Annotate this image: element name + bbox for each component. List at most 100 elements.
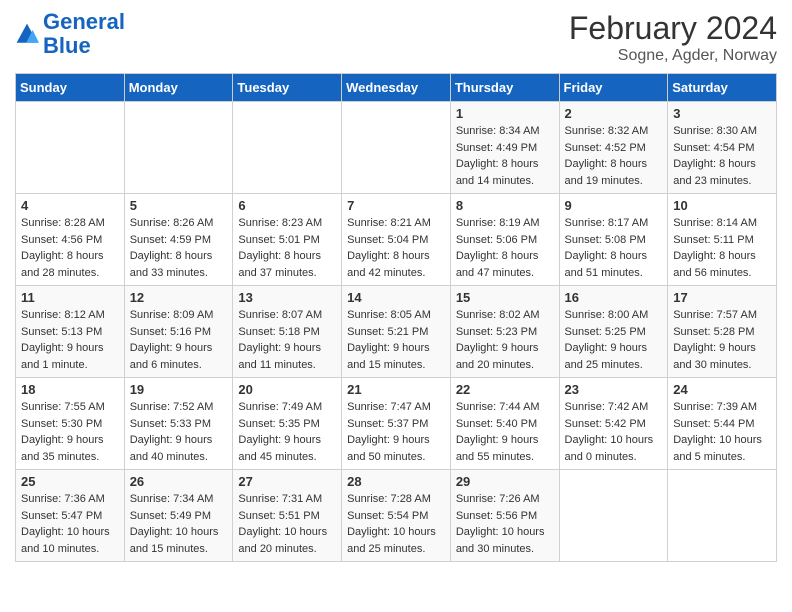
day-number: 12 [130, 290, 228, 305]
day-number: 7 [347, 198, 445, 213]
calendar-week-row: 1 Sunrise: 8:34 AMSunset: 4:49 PMDaylight… [16, 102, 777, 194]
day-detail: Sunrise: 8:12 AMSunset: 5:13 PMDaylight:… [21, 307, 119, 373]
calendar-title: February 2024 [569, 10, 777, 47]
day-number: 11 [21, 290, 119, 305]
day-detail: Sunrise: 7:26 AMSunset: 5:56 PMDaylight:… [456, 491, 554, 557]
day-number: 23 [565, 382, 663, 397]
calendar-cell [233, 102, 342, 194]
calendar-cell: 12 Sunrise: 8:09 AMSunset: 5:16 PMDayligh… [124, 286, 233, 378]
calendar-cell [16, 102, 125, 194]
day-number: 21 [347, 382, 445, 397]
day-detail: Sunrise: 8:00 AMSunset: 5:25 PMDaylight:… [565, 307, 663, 373]
logo-blue: Blue [43, 33, 91, 58]
day-detail: Sunrise: 7:42 AMSunset: 5:42 PMDaylight:… [565, 399, 663, 465]
weekday-header-row: SundayMondayTuesdayWednesdayThursdayFrid… [16, 74, 777, 102]
day-detail: Sunrise: 7:52 AMSunset: 5:33 PMDaylight:… [130, 399, 228, 465]
calendar-cell: 5Sunrise: 8:26 AMSunset: 4:59 PMDaylight… [124, 194, 233, 286]
day-number: 27 [238, 474, 336, 489]
calendar-cell: 24 Sunrise: 7:39 AMSunset: 5:44 PMDayligh… [668, 378, 777, 470]
day-detail: Sunrise: 7:31 AMSunset: 5:51 PMDaylight:… [238, 491, 336, 557]
day-number: 24 [673, 382, 771, 397]
day-number: 8 [456, 198, 554, 213]
day-number: 15 [456, 290, 554, 305]
calendar-cell: 11 Sunrise: 8:12 AMSunset: 5:13 PMDayligh… [16, 286, 125, 378]
calendar-cell: 10Sunrise: 8:14 AMSunset: 5:11 PMDayligh… [668, 194, 777, 286]
day-detail: Sunrise: 7:28 AMSunset: 5:54 PMDaylight:… [347, 491, 445, 557]
calendar-cell: 20 Sunrise: 7:49 AMSunset: 5:35 PMDayligh… [233, 378, 342, 470]
calendar-cell: 22 Sunrise: 7:44 AMSunset: 5:40 PMDayligh… [450, 378, 559, 470]
day-detail: Sunrise: 8:02 AMSunset: 5:23 PMDaylight:… [456, 307, 554, 373]
calendar-week-row: 4 Sunrise: 8:28 AMSunset: 4:56 PMDaylight… [16, 194, 777, 286]
day-number: 22 [456, 382, 554, 397]
day-number: 29 [456, 474, 554, 489]
calendar-cell: 15 Sunrise: 8:02 AMSunset: 5:23 PMDayligh… [450, 286, 559, 378]
day-detail: Sunrise: 7:49 AMSunset: 5:35 PMDaylight:… [238, 399, 336, 465]
calendar-cell: 16 Sunrise: 8:00 AMSunset: 5:25 PMDayligh… [559, 286, 668, 378]
calendar-week-row: 11 Sunrise: 8:12 AMSunset: 5:13 PMDayligh… [16, 286, 777, 378]
day-detail: Sunrise: 8:28 AMSunset: 4:56 PMDaylight:… [21, 215, 119, 281]
day-number: 28 [347, 474, 445, 489]
calendar-cell: 7 Sunrise: 8:21 AMSunset: 5:04 PMDaylight… [342, 194, 451, 286]
calendar-subtitle: Sogne, Agder, Norway [569, 47, 777, 65]
day-detail: Sunrise: 8:23 AMSunset: 5:01 PMDaylight:… [238, 215, 336, 281]
day-number: 14 [347, 290, 445, 305]
day-number: 18 [21, 382, 119, 397]
calendar-cell [124, 102, 233, 194]
day-detail: Sunrise: 8:07 AMSunset: 5:18 PMDaylight:… [238, 307, 336, 373]
calendar-cell [559, 470, 668, 562]
day-detail: Sunrise: 8:34 AMSunset: 4:49 PMDaylight:… [456, 123, 554, 189]
day-detail: Sunrise: 7:39 AMSunset: 5:44 PMDaylight:… [673, 399, 771, 465]
day-number: 19 [130, 382, 228, 397]
day-detail: Sunrise: 8:30 AMSunset: 4:54 PMDaylight:… [673, 123, 771, 189]
weekday-header: Monday [124, 74, 233, 102]
day-number: 20 [238, 382, 336, 397]
day-detail: Sunrise: 8:09 AMSunset: 5:16 PMDaylight:… [130, 307, 228, 373]
day-detail: Sunrise: 8:26 AMSunset: 4:59 PMDaylight:… [130, 215, 228, 281]
day-detail: Sunrise: 8:21 AMSunset: 5:04 PMDaylight:… [347, 215, 445, 281]
weekday-header: Sunday [16, 74, 125, 102]
logo-general: General [43, 9, 125, 34]
calendar-cell: 28 Sunrise: 7:28 AMSunset: 5:54 PMDayligh… [342, 470, 451, 562]
calendar-cell [668, 470, 777, 562]
logo: General Blue [15, 10, 125, 58]
day-number: 16 [565, 290, 663, 305]
day-number: 3 [673, 106, 771, 121]
day-number: 25 [21, 474, 119, 489]
weekday-header: Tuesday [233, 74, 342, 102]
calendar-cell: 6 Sunrise: 8:23 AMSunset: 5:01 PMDaylight… [233, 194, 342, 286]
calendar-cell: 13Sunrise: 8:07 AMSunset: 5:18 PMDayligh… [233, 286, 342, 378]
page-header: General Blue February 2024 Sogne, Agder,… [15, 10, 777, 65]
calendar-cell: 3 Sunrise: 8:30 AMSunset: 4:54 PMDaylight… [668, 102, 777, 194]
calendar-cell: 18Sunrise: 7:55 AMSunset: 5:30 PMDayligh… [16, 378, 125, 470]
calendar-cell: 23 Sunrise: 7:42 AMSunset: 5:42 PMDayligh… [559, 378, 668, 470]
day-detail: Sunrise: 7:36 AMSunset: 5:47 PMDaylight:… [21, 491, 119, 557]
day-number: 9 [565, 198, 663, 213]
day-detail: Sunrise: 8:17 AMSunset: 5:08 PMDaylight:… [565, 215, 663, 281]
title-block: February 2024 Sogne, Agder, Norway [569, 10, 777, 65]
day-number: 4 [21, 198, 119, 213]
day-detail: Sunrise: 7:44 AMSunset: 5:40 PMDaylight:… [456, 399, 554, 465]
calendar-cell: 17 Sunrise: 7:57 AMSunset: 5:28 PMDayligh… [668, 286, 777, 378]
calendar-cell [342, 102, 451, 194]
day-number: 17 [673, 290, 771, 305]
calendar-cell: 9 Sunrise: 8:17 AMSunset: 5:08 PMDaylight… [559, 194, 668, 286]
day-detail: Sunrise: 8:05 AMSunset: 5:21 PMDaylight:… [347, 307, 445, 373]
calendar-table: SundayMondayTuesdayWednesdayThursdayFrid… [15, 73, 777, 562]
day-number: 6 [238, 198, 336, 213]
day-detail: Sunrise: 7:57 AMSunset: 5:28 PMDaylight:… [673, 307, 771, 373]
calendar-cell: 29 Sunrise: 7:26 AMSunset: 5:56 PMDayligh… [450, 470, 559, 562]
day-detail: Sunrise: 8:14 AMSunset: 5:11 PMDaylight:… [673, 215, 771, 281]
calendar-cell: 27 Sunrise: 7:31 AMSunset: 5:51 PMDayligh… [233, 470, 342, 562]
calendar-cell: 21Sunrise: 7:47 AMSunset: 5:37 PMDayligh… [342, 378, 451, 470]
calendar-cell: 26Sunrise: 7:34 AMSunset: 5:49 PMDayligh… [124, 470, 233, 562]
calendar-cell: 8 Sunrise: 8:19 AMSunset: 5:06 PMDaylight… [450, 194, 559, 286]
day-number: 1 [456, 106, 554, 121]
calendar-cell: 1 Sunrise: 8:34 AMSunset: 4:49 PMDaylight… [450, 102, 559, 194]
day-detail: Sunrise: 8:32 AMSunset: 4:52 PMDaylight:… [565, 123, 663, 189]
calendar-cell: 4 Sunrise: 8:28 AMSunset: 4:56 PMDaylight… [16, 194, 125, 286]
day-number: 2 [565, 106, 663, 121]
day-detail: Sunrise: 7:34 AMSunset: 5:49 PMDaylight:… [130, 491, 228, 557]
calendar-cell: 19 Sunrise: 7:52 AMSunset: 5:33 PMDayligh… [124, 378, 233, 470]
day-detail: Sunrise: 8:19 AMSunset: 5:06 PMDaylight:… [456, 215, 554, 281]
weekday-header: Saturday [668, 74, 777, 102]
